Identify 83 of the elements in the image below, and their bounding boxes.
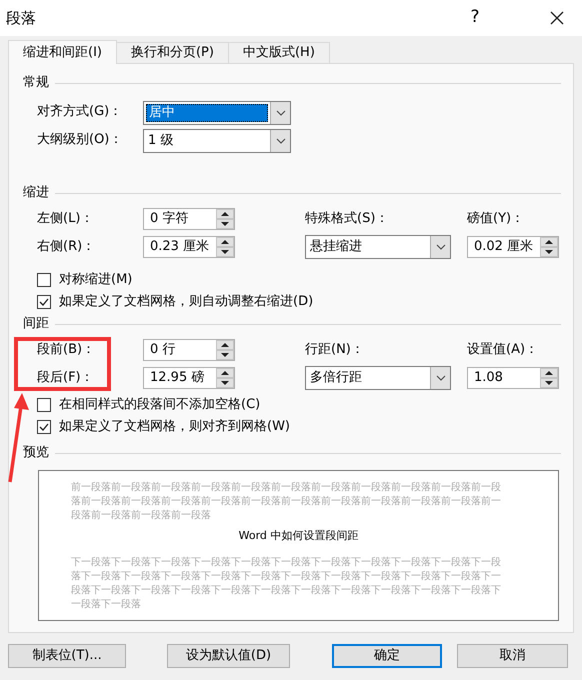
spin-down-button[interactable] [540,378,558,388]
down-triangle-icon [545,250,553,254]
field-label: 特殊格式(S)： [305,210,388,228]
spin-up-button[interactable] [216,237,234,247]
close-icon[interactable] [550,11,564,25]
spin-field[interactable]: 0.23 厘米 [143,236,235,258]
dropdown-caret-icon [436,244,446,250]
up-triangle-icon [545,240,553,244]
field-label: 设置值(A)： [467,340,538,359]
spin-down-button[interactable] [216,218,234,228]
preview-text-line: 段落前一段落前一段落前一段落 [71,509,212,523]
tab[interactable]: 中文版式(H) [228,42,330,64]
spin-field[interactable]: 1.08 [467,367,559,389]
field-label: 右侧(R)： [37,238,96,256]
preview-text-line: 一段落下一段落 [71,598,142,612]
dropdown[interactable]: 悬挂缩进 [305,235,451,259]
spin-up-button[interactable] [540,237,558,247]
spin-down-button[interactable] [540,247,558,257]
dropdown[interactable]: 1 级 [143,129,291,153]
spin-field[interactable]: 0.02 厘米 [467,236,559,258]
dropdown-caret-icon [436,375,446,381]
field-label: 大纲级别(O)： [37,131,122,150]
checkbox-label: 在相同样式的段落间不添加空格(C) [59,396,260,414]
spin-down-button[interactable] [216,378,234,388]
dropdown-button[interactable] [430,367,450,389]
checkbox-label: 如果定义了文档网格，则自动调整右缩进(D) [59,293,314,312]
field-label: 段后(F)： [37,369,94,388]
checkmark-icon [39,298,49,306]
up-triangle-icon [221,240,229,244]
dropdown-caret-icon [276,110,286,116]
tab[interactable]: 缩进和间距(I) [8,40,117,64]
spin-field[interactable]: 12.95 磅 [143,367,235,389]
help-button[interactable]: ? [460,5,490,31]
section-heading: 预览 [23,444,49,462]
spin-up-button[interactable] [216,208,234,218]
checkbox-label: 对称缩进(M) [59,271,132,290]
field-label: 段前(B)： [37,340,96,359]
spin-down-button[interactable] [216,350,234,360]
preview-text-line: 下一段落下一段落下一段落下一段落下一段落下一段落下一段落下一段落下一段落下一段落下一段 [71,556,502,570]
checkbox[interactable] [37,398,51,412]
up-triangle-icon [221,212,229,216]
up-triangle-icon [545,371,553,375]
window-title: 段落 [6,8,37,29]
field-label: 左侧(L)： [37,210,94,228]
down-triangle-icon [545,381,553,385]
preview-sample-text: Word 中如何设置段间距 [238,529,358,543]
down-triangle-icon [221,222,229,226]
dialog-button[interactable]: 设为默认值(D) [167,644,290,668]
checkmark-icon [39,423,49,431]
checkbox[interactable] [37,295,51,309]
down-triangle-icon [221,381,229,385]
section-heading: 缩进 [23,184,49,202]
spin-field[interactable]: 0 行 [143,338,235,360]
field-label: 对齐方式(G)： [37,103,122,122]
dropdown-button[interactable] [270,130,290,152]
dropdown-caret-icon [276,138,286,144]
spin-down-button[interactable] [216,247,234,257]
spin-up-button[interactable] [216,340,234,350]
dropdown[interactable]: 居中 [143,101,291,125]
down-triangle-icon [221,352,229,356]
dialog-button[interactable]: 制表位(T)... [8,644,126,668]
checkbox[interactable] [37,420,51,434]
dropdown-button[interactable] [430,236,450,258]
section-heading: 间距 [23,315,49,334]
checkbox[interactable] [37,273,51,287]
section-heading: 常规 [23,74,49,92]
field-label: 行距(N)： [305,340,364,359]
spin-up-button[interactable] [216,368,234,378]
up-triangle-icon [221,342,229,346]
preview-text-line: 前一段落前一段落前一段落前一段落前一段落前一段落前一段落前一段落前一段落前一段落前一段 [71,481,502,495]
preview-text-line: 落前一段落前一段落前一段落前一段落前一段落前一段落前一段落前一段落前一段落前一段落前一 [71,495,502,509]
preview-text-line: 段落下一段落下一段落下一段落下一段落下一段落下一段落下一段落下一段落下一段落下一段落下 [71,584,502,598]
spin-up-button[interactable] [540,368,558,378]
dropdown[interactable]: 多倍行距 [305,366,451,390]
down-triangle-icon [221,250,229,254]
dropdown-button[interactable] [270,102,290,124]
dialog-button[interactable]: 确定 [332,644,442,668]
spin-field[interactable]: 0 字符 [143,208,235,230]
preview-text-line: 落下一段落下一段落下一段落下一段落下一段落下一段落下一段落下一段落下一段落下一段落下一 [71,570,502,584]
up-triangle-icon [221,371,229,375]
field-label: 磅值(Y)： [467,210,524,228]
checkbox-label: 如果定义了文档网格，则对齐到网格(W) [59,418,290,436]
dialog-button[interactable]: 取消 [457,644,568,668]
